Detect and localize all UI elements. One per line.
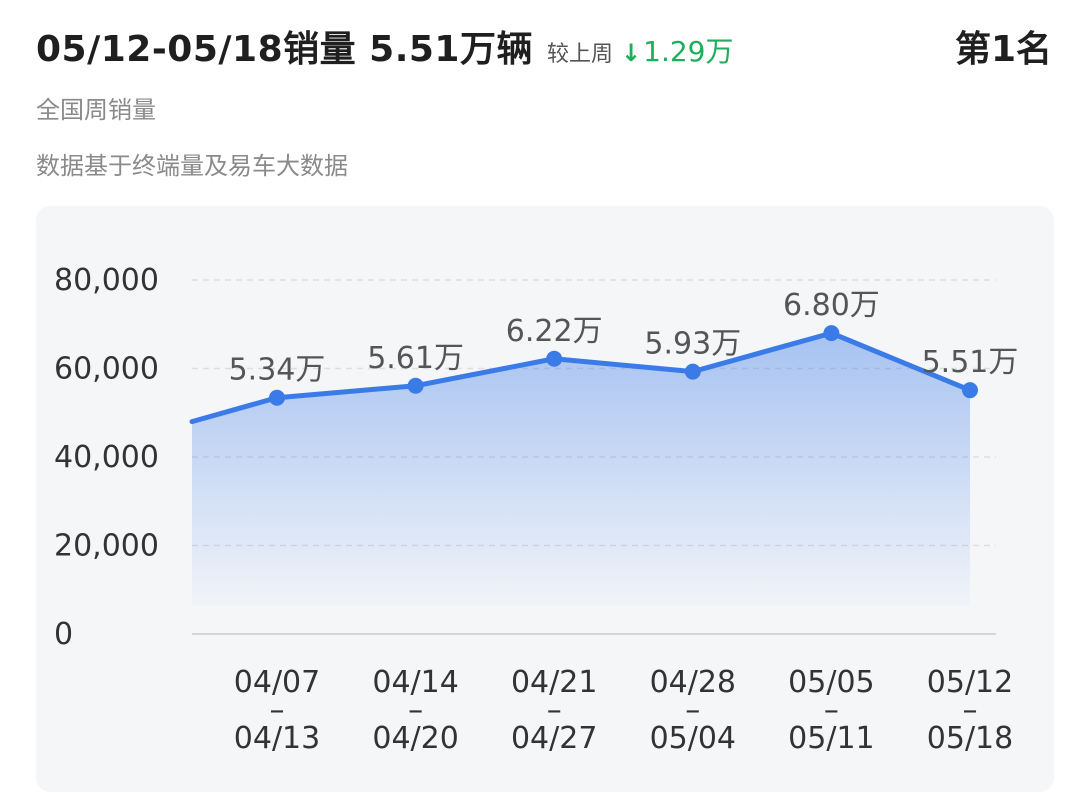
data-point	[269, 389, 285, 406]
x-tick-label: 05/05–05/11	[788, 665, 874, 756]
x-tick-label: 04/21–04/27	[511, 665, 597, 756]
data-label: 5.93万	[644, 327, 741, 362]
title-line: 05/12-05/18销量 5.51万辆 较上周 ↓ 1.29万	[36, 20, 1052, 72]
data-point	[684, 363, 701, 380]
data-point	[546, 350, 563, 367]
chart-card: 5.34万 5.61万 6.22万 5.93万 6.80万 5.51万 0 20,000 40…	[36, 206, 1054, 792]
y-tick-label: 60,000	[54, 352, 159, 387]
rank-badge: 第1名	[954, 29, 1052, 70]
data-point	[407, 377, 424, 394]
compare-label: 较上周	[547, 42, 614, 67]
y-tick-label: 20,000	[54, 529, 159, 564]
data-source-note: 数据基于终端量及易车大数据	[36, 152, 348, 180]
x-tick-label: 04/07–04/13	[234, 665, 320, 756]
sales-area-chart: 5.34万 5.61万 6.22万 5.93万 6.80万 5.51万 0 20,000 40…	[54, 263, 1019, 756]
data-label: 5.51万	[922, 345, 1019, 380]
page-title: 05/12-05/18销量 5.51万辆	[36, 29, 533, 70]
x-tick-label: 04/14–04/20	[372, 665, 458, 756]
data-point	[823, 325, 840, 342]
data-label: 5.61万	[367, 341, 464, 376]
data-label: 6.22万	[506, 314, 603, 349]
data-point	[962, 382, 978, 399]
y-tick-label: 80,000	[54, 263, 159, 298]
data-label: 5.34万	[229, 353, 326, 388]
arrow-down-icon: ↓	[621, 39, 642, 67]
header: 05/12-05/18销量 5.51万辆 较上周 ↓ 1.29万 第1名	[36, 20, 1052, 80]
y-tick-label: 0	[54, 617, 73, 652]
subtitle: 全国周销量	[36, 96, 156, 124]
data-label: 6.80万	[783, 288, 880, 323]
x-tick-label: 04/28–05/04	[650, 665, 736, 756]
y-tick-label: 40,000	[54, 440, 159, 475]
compare-value: 1.29万	[643, 35, 734, 68]
x-tick-label: 05/12–05/18	[927, 665, 1013, 756]
